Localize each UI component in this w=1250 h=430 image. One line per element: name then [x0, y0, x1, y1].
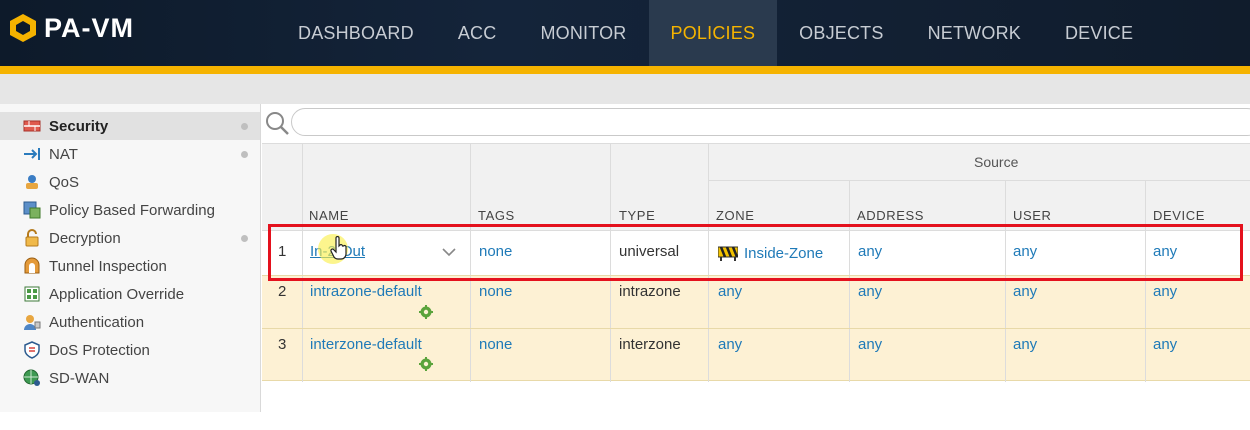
table-row[interactable]: 2 intrazone-default none intrazone any a… [262, 275, 1250, 329]
column-header-zone[interactable]: ZONE [716, 208, 755, 223]
column-header-device[interactable]: DEVICE [1153, 208, 1205, 223]
sidebar-item-label: Policy Based Forwarding [49, 201, 215, 219]
search-icon[interactable] [264, 110, 290, 136]
nat-icon [22, 145, 42, 163]
sidebar-item-tunnel-inspection[interactable]: Tunnel Inspection [0, 252, 260, 280]
top-navigation-bar: PA-VM DASHBOARD ACC MONITOR POLICIES OBJ… [0, 0, 1250, 66]
sidebar-item-label: DoS Protection [49, 341, 150, 359]
nav-monitor[interactable]: MONITOR [518, 0, 648, 66]
nav-acc[interactable]: ACC [436, 0, 519, 66]
column-header-type[interactable]: TYPE [619, 208, 655, 223]
default-rule-gear-icon [419, 305, 433, 319]
app-logo: PA-VM [8, 10, 134, 46]
address-cell[interactable]: any [858, 243, 882, 260]
address-cell[interactable]: any [858, 283, 882, 300]
sidebar-item-application-override[interactable]: Application Override [0, 280, 260, 308]
sidebar-item-label: Authentication [49, 313, 145, 331]
toolbar-band [0, 74, 1250, 104]
policies-sidebar: Security NAT QoS Policy Based Forwarding… [0, 104, 261, 412]
app-override-icon [22, 285, 42, 303]
zone-cell[interactable]: any [718, 336, 742, 353]
sidebar-item-label: SD-WAN [49, 369, 110, 387]
authentication-icon [22, 313, 42, 331]
sidebar-item-decryption[interactable]: Decryption [0, 224, 260, 252]
device-cell[interactable]: any [1153, 243, 1177, 260]
paloalto-logo-icon [8, 13, 38, 43]
nav-device[interactable]: DEVICE [1043, 0, 1155, 66]
status-dot [241, 151, 248, 158]
table-row[interactable]: 1 In-2-Out none universal Inside-Zone an… [262, 230, 1250, 276]
hand-pointer-icon [330, 235, 348, 265]
sidebar-item-policy-based-forwarding[interactable]: Policy Based Forwarding [0, 196, 260, 224]
chevron-down-icon[interactable] [442, 244, 456, 261]
main-nav: DASHBOARD ACC MONITOR POLICIES OBJECTS N… [276, 0, 1155, 66]
status-dot [241, 235, 248, 242]
rule-name-link[interactable]: intrazone-default [310, 283, 422, 300]
type-cell: interzone [619, 336, 681, 353]
nav-objects[interactable]: OBJECTS [777, 0, 905, 66]
column-header-name[interactable]: NAME [309, 208, 349, 223]
sidebar-item-dos-protection[interactable]: DoS Protection [0, 336, 260, 364]
sidebar-item-authentication[interactable]: Authentication [0, 308, 260, 336]
sidebar-item-label: Decryption [49, 229, 121, 247]
nav-dashboard[interactable]: DASHBOARD [276, 0, 436, 66]
user-cell[interactable]: any [1013, 283, 1037, 300]
table-row[interactable]: 3 interzone-default none interzone any a… [262, 328, 1250, 382]
rule-index: 2 [278, 283, 287, 300]
sidebar-item-sd-wan[interactable]: SD-WAN [0, 364, 260, 392]
accent-stripe [0, 66, 1250, 74]
sdwan-globe-icon [22, 369, 42, 387]
default-rule-gear-icon [419, 357, 433, 371]
user-cell[interactable]: any [1013, 336, 1037, 353]
tunnel-icon [22, 257, 42, 275]
table-header: Source NAME TAGS TYPE ZONE ADDRESS USER … [262, 143, 1250, 231]
tags-cell[interactable]: none [479, 336, 512, 353]
security-rule-icon [22, 117, 42, 135]
rule-index: 1 [278, 243, 287, 260]
sidebar-item-label: NAT [49, 145, 78, 163]
pbf-icon [22, 201, 42, 219]
rule-name-link[interactable]: interzone-default [310, 336, 422, 353]
sidebar-item-label: Tunnel Inspection [49, 257, 167, 275]
sidebar-item-nat[interactable]: NAT [0, 140, 260, 168]
lock-icon [22, 229, 42, 247]
sidebar-item-qos[interactable]: QoS [0, 168, 260, 196]
app-title: PA-VM [44, 12, 134, 43]
zone-icon [717, 245, 739, 265]
user-cell[interactable]: any [1013, 243, 1037, 260]
sidebar-item-label: Application Override [49, 285, 185, 303]
nav-network[interactable]: NETWORK [906, 0, 1043, 66]
column-header-user[interactable]: USER [1013, 208, 1052, 223]
sidebar-item-label: Security [49, 117, 109, 135]
zone-cell[interactable]: any [718, 283, 742, 300]
status-dot [241, 123, 248, 130]
source-group-header: Source [974, 154, 1019, 170]
type-cell: universal [619, 243, 680, 260]
address-cell[interactable]: any [858, 336, 882, 353]
sidebar-item-label: QoS [49, 173, 80, 191]
device-cell[interactable]: any [1153, 336, 1177, 353]
column-header-tags[interactable]: TAGS [478, 208, 515, 223]
rule-index: 3 [278, 336, 287, 353]
nav-policies[interactable]: POLICIES [648, 0, 778, 66]
zone-cell[interactable]: Inside-Zone [744, 245, 823, 262]
dos-shield-icon [22, 341, 42, 359]
search-input[interactable] [291, 108, 1250, 136]
sidebar-item-security[interactable]: Security [0, 112, 260, 140]
column-header-address[interactable]: ADDRESS [857, 208, 924, 223]
qos-icon [22, 173, 42, 191]
tags-cell[interactable]: none [479, 283, 512, 300]
type-cell: intrazone [619, 283, 681, 300]
device-cell[interactable]: any [1153, 283, 1177, 300]
tags-cell[interactable]: none [479, 243, 512, 260]
